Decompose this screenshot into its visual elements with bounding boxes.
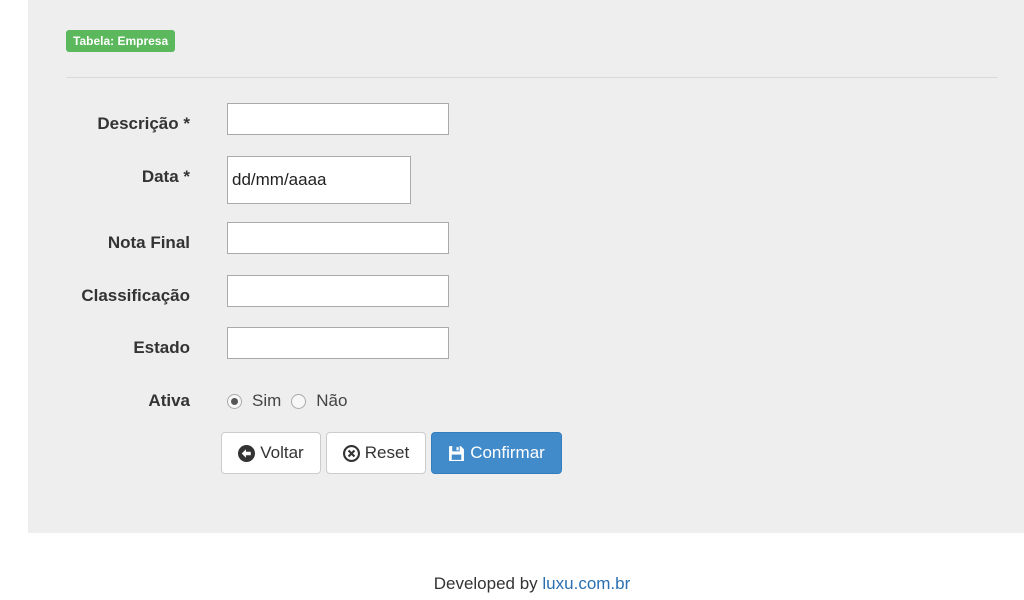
ativa-sim-label[interactable]: Sim [252,391,281,411]
footer-link[interactable]: luxu.com.br [542,574,630,593]
voltar-label: Voltar [260,443,304,462]
reset-button[interactable]: Reset [326,432,426,474]
ativa-nao-label[interactable]: Não [316,391,347,411]
reset-label: Reset [364,443,410,462]
form-panel: Tabela: Empresa Descrição * Data * Nota … [28,0,1024,533]
confirmar-button[interactable]: Confirmar [431,432,562,474]
ativa-radio-group: Sim Não [227,390,357,412]
footer-text: Developed by [433,574,543,593]
ativa-sim-radio[interactable] [227,393,242,409]
confirmar-label: Confirmar [470,443,545,462]
arrow-circle-left-icon [238,444,256,462]
data-field[interactable] [227,156,411,204]
nota-final-label: Nota Final [107,233,190,252]
descricao-label: Descrição * [97,114,190,133]
ativa-nao-radio[interactable] [291,393,307,409]
floppy-disk-icon [449,445,465,461]
data-label: Data * [141,167,190,186]
classificacao-label: Classificação [81,286,190,305]
table-badge: Tabela: Empresa [66,30,176,52]
remove-circle-icon [342,444,360,462]
classificacao-field[interactable] [227,275,449,307]
estado-field[interactable] [227,327,449,359]
descricao-field[interactable] [227,103,449,135]
footer: Developed by luxu.com.br [0,574,1024,594]
ativa-label: Ativa [148,391,190,410]
nota-final-field[interactable] [227,222,449,254]
divider [66,77,998,78]
estado-label: Estado [133,338,190,357]
voltar-button[interactable]: Voltar [221,432,321,474]
